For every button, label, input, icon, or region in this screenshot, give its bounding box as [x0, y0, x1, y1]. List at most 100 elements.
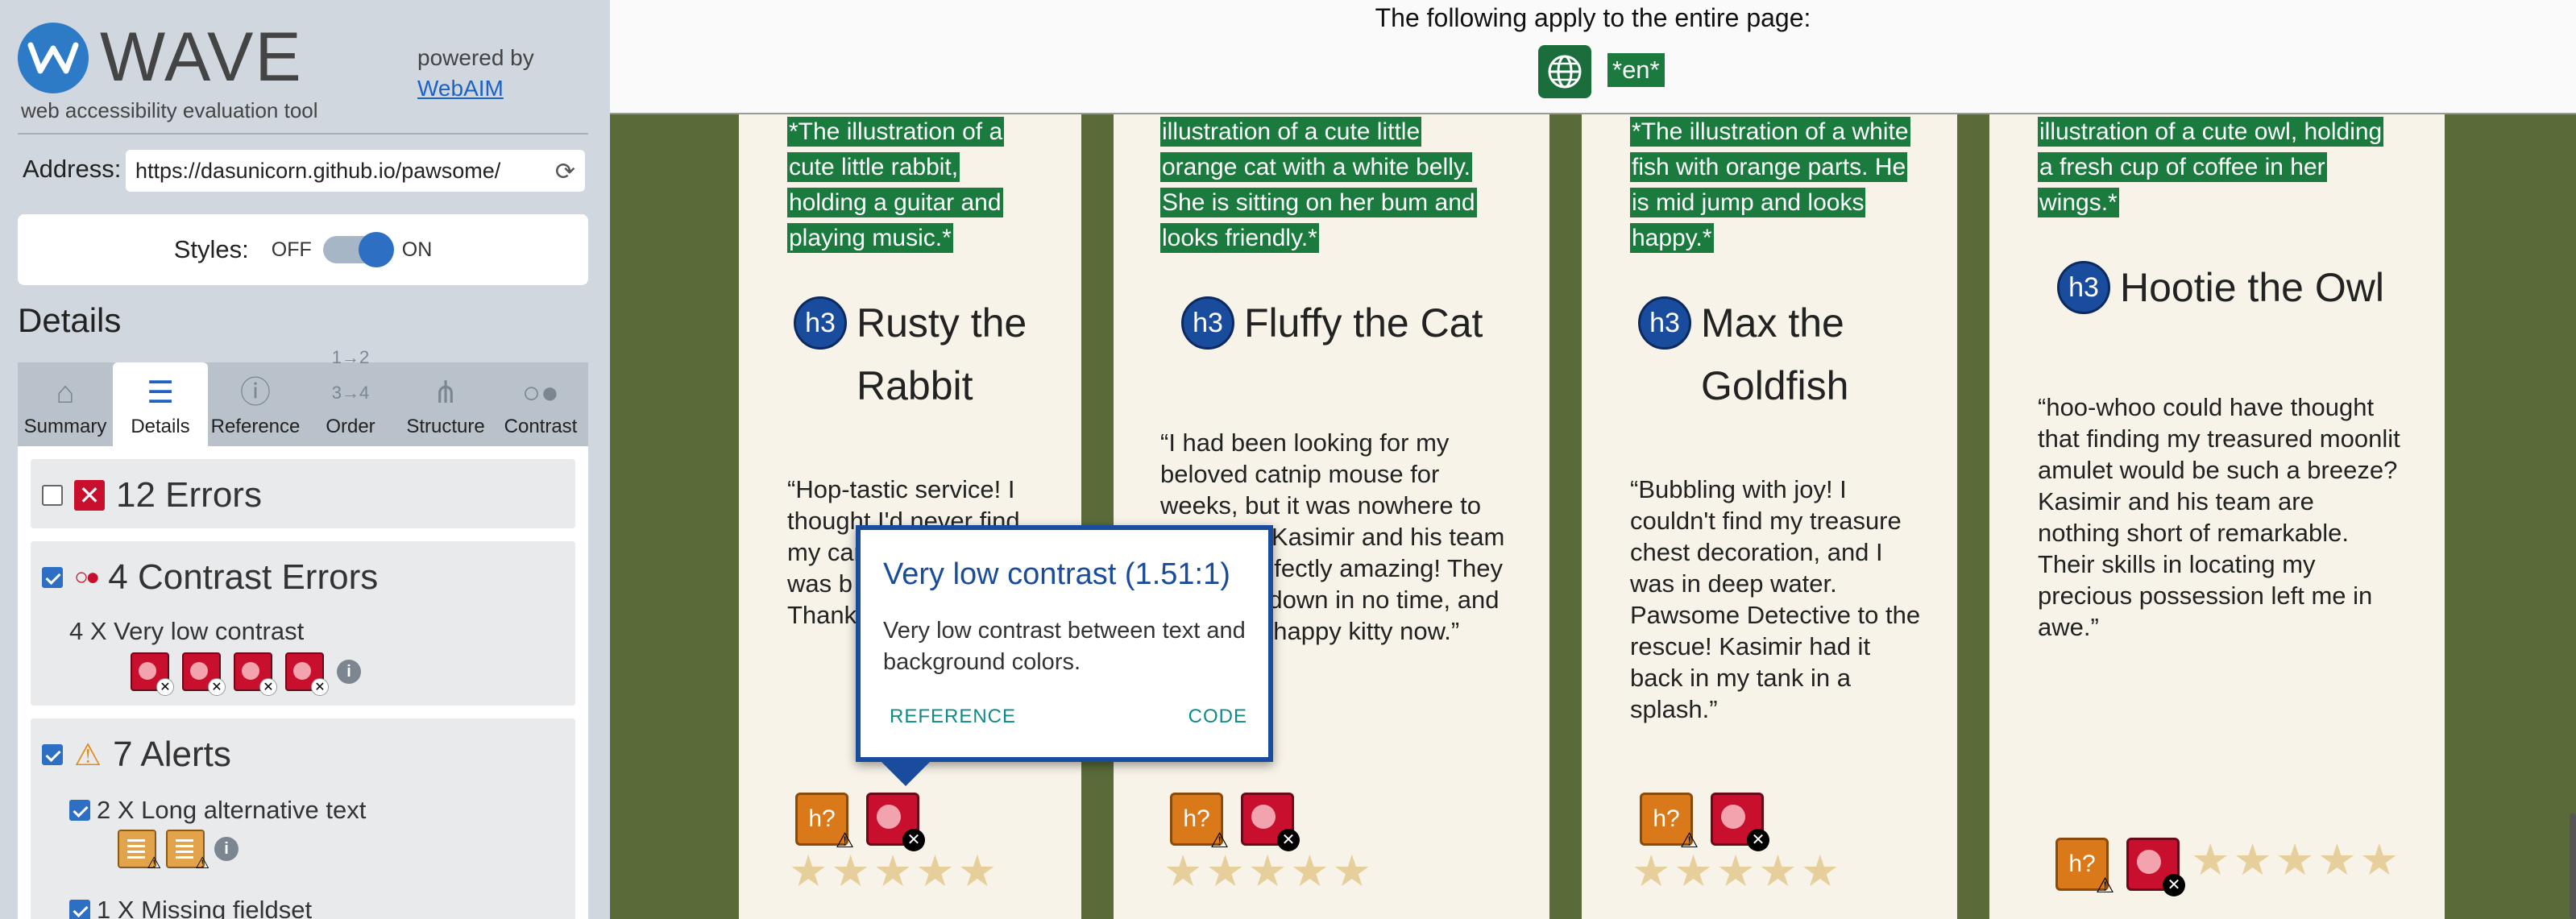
card-heading: h3 Rusty the Rabbit — [794, 292, 1060, 417]
card-heading-text: Fluffy the Cat — [1244, 300, 1483, 346]
errors-card: ✕ 12 Errors — [31, 459, 575, 528]
h3-icon[interactable]: h3 — [2057, 261, 2110, 314]
h3-icon[interactable]: h3 — [1181, 296, 1234, 350]
alert-heading-icon[interactable]: h? ⚠ — [1640, 793, 1699, 852]
contrast-error-icon[interactable]: ✕ — [131, 652, 174, 696]
contrast-subitem[interactable]: 4 X Very low contrast — [69, 617, 304, 646]
contrast-error-icon[interactable]: ✕ — [1241, 793, 1300, 851]
alert-heading-icon[interactable]: h? ⚠ — [795, 793, 854, 852]
star-rating: ★★★★★ — [789, 847, 1001, 896]
error-icon: ✕ — [74, 480, 105, 511]
tab-summary[interactable]: ⌂ Summary — [18, 362, 113, 446]
missing-fieldset-checkbox[interactable] — [69, 900, 90, 919]
tab-reference[interactable]: ⓘ Reference — [208, 362, 303, 446]
errors-checkbox[interactable] — [42, 485, 63, 506]
page-scrollbar[interactable] — [2570, 813, 2576, 919]
long-alt-subitem[interactable]: 2 X Long alternative text — [97, 796, 366, 825]
h3-icon[interactable]: h3 — [794, 296, 847, 350]
styles-toggle-box: Styles: OFF ON — [18, 214, 588, 285]
contrast-error-icon[interactable]: ✕ — [866, 793, 925, 851]
alerts-checkbox[interactable] — [42, 744, 63, 765]
alt-text-annotation: illustration of a cute owl, holding a fr… — [2038, 117, 2384, 217]
testimonial-card-cat: illustration of a cute little orange cat… — [1114, 114, 1549, 919]
wave-tabs: ⌂ Summary ☰ Details ⓘ Reference 1→2 3→4 O… — [18, 347, 588, 446]
tooltip-reference-link[interactable]: REFERENCE — [890, 706, 1016, 728]
page-level-bar: The following apply to the entire page: … — [610, 0, 2576, 114]
alt-text-annotation: *The illustration of a cute little rabbi… — [787, 117, 1005, 253]
card-heading-text: Hootie the Owl — [2120, 265, 2384, 310]
tooltip-code-link[interactable]: CODE — [1188, 706, 1247, 728]
alert-heading-icon[interactable]: h? ⚠ — [1170, 793, 1229, 852]
contrast-icons: ✕ ✕ ✕ ✕ i — [131, 652, 361, 696]
card-heading-text: Rusty the Rabbit — [857, 300, 1027, 408]
details-heading: Details — [18, 301, 122, 339]
info-icon[interactable]: i — [214, 837, 239, 861]
header-divider — [18, 133, 588, 135]
tab-contrast-label: Contrast — [504, 416, 578, 437]
wave-tagline: web accessibility evaluation tool — [21, 98, 318, 122]
alert-icons: ⚠ ⚠ i — [118, 830, 239, 872]
contrast-checkbox[interactable] — [42, 567, 63, 588]
card-heading: h3 Hootie the Owl — [2057, 256, 2436, 319]
styles-label: Styles: — [173, 235, 249, 263]
card-heading: h3 Fluffy the Cat — [1181, 292, 1520, 354]
testimonial-card-owl: illustration of a cute owl, holding a fr… — [1989, 114, 2445, 919]
contrast-error-icon[interactable]: ✕ — [2126, 838, 2185, 896]
styles-toggle[interactable] — [322, 232, 394, 267]
contrast-error-icon[interactable]: ✕ — [1711, 793, 1769, 851]
alert-heading-icon[interactable]: h? ⚠ — [2055, 838, 2114, 897]
styles-on-label: ON — [401, 238, 433, 261]
long-alt-icon[interactable]: ⚠ — [166, 830, 209, 872]
toggle-knob — [358, 232, 394, 267]
wave-logo-text: WAVE — [100, 19, 303, 96]
alerts-title: 7 Alerts — [113, 735, 231, 774]
contrast-card: ○● 4 Contrast Errors 4 X Very low contra… — [31, 541, 575, 706]
contrast-error-icon[interactable]: ✕ — [182, 652, 226, 696]
address-value: https://dasunicorn.github.io/pawsome/ — [135, 158, 501, 183]
tab-order[interactable]: 1→2 3→4 Order — [303, 347, 398, 446]
wave-logo[interactable]: WAVE — [18, 18, 303, 97]
info-icon[interactable]: i — [337, 660, 361, 684]
missing-fieldset-subitem[interactable]: 1 X Missing fieldset — [97, 896, 312, 919]
h3-icon[interactable]: h3 — [1638, 296, 1691, 350]
tab-reference-label: Reference — [210, 416, 301, 437]
long-alt-checkbox[interactable] — [69, 800, 90, 821]
card-quote: “Bubbling with joy! I couldn't find my t… — [1630, 475, 1921, 723]
tab-details[interactable]: ☰ Details — [113, 362, 208, 446]
structure-icon: ⋔ — [433, 376, 458, 410]
language-globe-icon[interactable] — [1538, 45, 1591, 98]
wave-logo-icon — [18, 22, 89, 93]
styles-off-label: OFF — [271, 238, 312, 261]
home-icon: ⌂ — [56, 376, 75, 410]
long-alt-icon[interactable]: ⚠ — [118, 830, 161, 872]
tab-contrast[interactable]: ○● Contrast — [493, 362, 588, 446]
contrast-tooltip: Very low contrast (1.51:1) Very low cont… — [856, 525, 1273, 786]
alt-text-annotation: illustration of a cute little orange cat… — [1160, 117, 1477, 253]
warning-icon: ⚠ — [74, 738, 102, 772]
tab-structure[interactable]: ⋔ Structure — [398, 362, 493, 446]
info-icon: ⓘ — [239, 376, 271, 410]
webaim-link[interactable]: WebAIM — [417, 76, 504, 101]
contrast-icon: ○● — [522, 376, 559, 410]
list-icon: ☰ — [146, 376, 175, 410]
star-rating: ★★★★★ — [1164, 847, 1375, 896]
star-rating: ★★★★★ — [1632, 847, 1844, 896]
contrast-category-icon: ○● — [74, 564, 100, 590]
tab-order-label: Order — [326, 416, 375, 437]
wave-sidebar: WAVE web accessibility evaluation tool p… — [0, 0, 610, 919]
alerts-card: ⚠ 7 Alerts 2 X Long alternative text ⚠ ⚠… — [31, 718, 575, 919]
apply-text: The following apply to the entire page: — [1375, 3, 1811, 32]
reload-icon[interactable]: ⟳ — [555, 158, 575, 186]
tab-structure-label: Structure — [406, 416, 485, 437]
testimonial-card-goldfish: *The illustration of a white fish with o… — [1582, 114, 1957, 919]
address-input[interactable]: https://dasunicorn.github.io/pawsome/ ⟳ — [126, 150, 585, 192]
contrast-error-icon[interactable]: ✕ — [285, 652, 329, 696]
testimonial-card-rabbit: *The illustration of a cute little rabbi… — [739, 114, 1081, 919]
alt-text-annotation: *The illustration of a white fish with o… — [1630, 117, 1910, 253]
contrast-error-icon[interactable]: ✕ — [234, 652, 277, 696]
language-badge: *en* — [1607, 53, 1665, 87]
tooltip-title: Very low contrast (1.51:1) — [883, 557, 1230, 591]
address-label: Address: — [23, 155, 122, 183]
tooltip-body: Very low contrast between text and backg… — [883, 618, 1246, 675]
tab-details-label: Details — [131, 416, 190, 437]
